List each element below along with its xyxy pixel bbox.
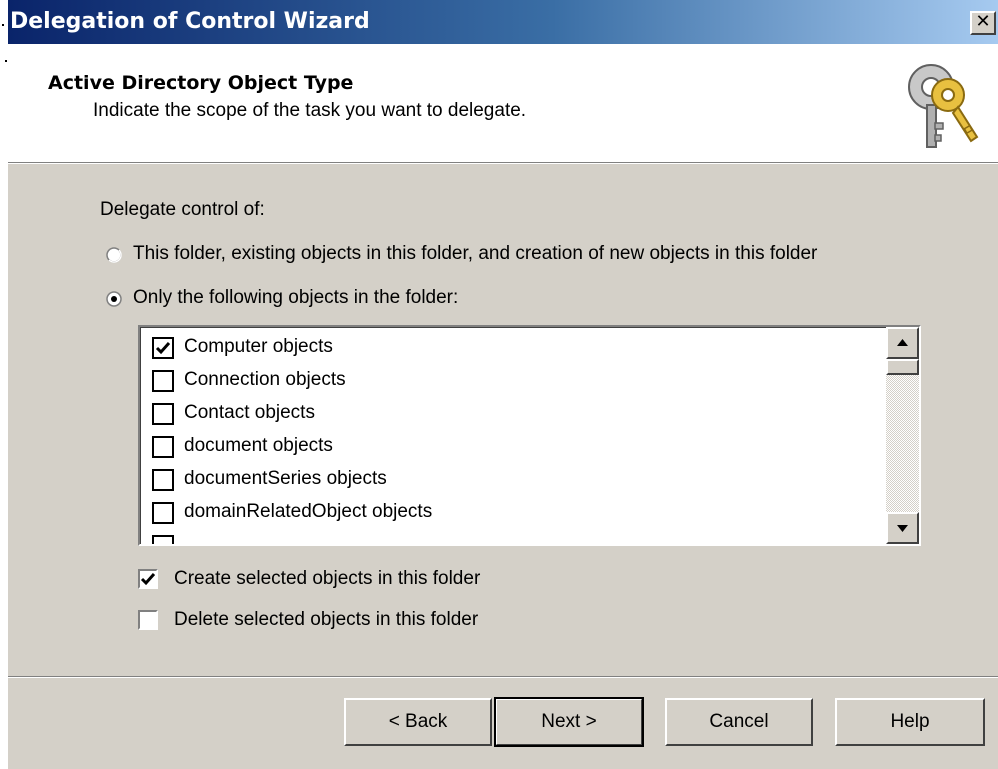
checkbox-computer-objects[interactable] (152, 337, 174, 359)
wizard-header: Active Directory Object Type Indicate th… (8, 44, 998, 162)
radio-this-folder-label[interactable]: This folder, existing objects in this fo… (133, 243, 817, 265)
list-item-label: documentSeries objects (184, 468, 387, 489)
object-type-list[interactable]: Computer objects Connection objects Cont… (138, 325, 921, 546)
list-item-label: Contact objects (184, 402, 315, 423)
delete-objects-checkbox[interactable] (138, 610, 158, 630)
page-subtitle: Indicate the scope of the task you want … (93, 100, 527, 121)
scroll-down-button[interactable] (886, 512, 919, 544)
edge-mark (5, 60, 7, 62)
checkbox-document-objects[interactable] (152, 436, 174, 458)
create-objects-label[interactable]: Create selected objects in this folder (174, 568, 480, 590)
help-button[interactable]: Help (835, 698, 985, 746)
list-item-label: domainRelatedObject objects (184, 501, 433, 522)
scroll-up-button[interactable] (886, 327, 919, 359)
keys-icon (908, 64, 979, 148)
create-objects-checkbox[interactable] (138, 569, 158, 589)
radio-only-following-label[interactable]: Only the following objects in the folder… (133, 287, 458, 309)
checkbox-domainrelatedobject-objects[interactable] (152, 502, 174, 524)
title-bar[interactable]: Delegation of Control Wizard ✕ (8, 0, 998, 44)
delete-objects-label[interactable]: Delete selected objects in this folder (174, 609, 478, 631)
cancel-button[interactable]: Cancel (665, 698, 813, 746)
check-icon (140, 573, 156, 586)
arrow-up-icon (897, 339, 908, 346)
list-item-label: Connection objects (184, 369, 346, 390)
checkbox-documentseries-objects[interactable] (152, 469, 174, 491)
edge-mark (2, 24, 4, 26)
checkbox-partial[interactable] (152, 535, 174, 544)
scroll-thumb[interactable] (886, 359, 919, 375)
arrow-down-icon (897, 525, 908, 532)
page-title: Active Directory Object Type (48, 72, 354, 94)
check-icon (155, 342, 171, 355)
list-scrollbar[interactable] (886, 327, 919, 544)
close-button[interactable]: ✕ (970, 11, 996, 35)
footer-separator (8, 676, 998, 678)
delegate-control-label: Delegate control of: (100, 199, 265, 220)
window-title: Delegation of Control Wizard (10, 9, 370, 34)
list-item-label: Computer objects (184, 336, 333, 357)
list-item-label: document objects (184, 435, 333, 456)
left-edge-strip (0, 0, 8, 769)
back-button[interactable]: < Back (344, 698, 492, 746)
radio-this-folder[interactable] (106, 247, 122, 263)
next-button[interactable]: Next > (494, 697, 644, 747)
close-icon: ✕ (975, 11, 991, 32)
header-separator (8, 162, 998, 164)
radio-only-following[interactable] (106, 291, 122, 307)
wizard-window: Delegation of Control Wizard ✕ Active Di… (8, 0, 998, 769)
checkbox-connection-objects[interactable] (152, 370, 174, 392)
checkbox-contact-objects[interactable] (152, 403, 174, 425)
